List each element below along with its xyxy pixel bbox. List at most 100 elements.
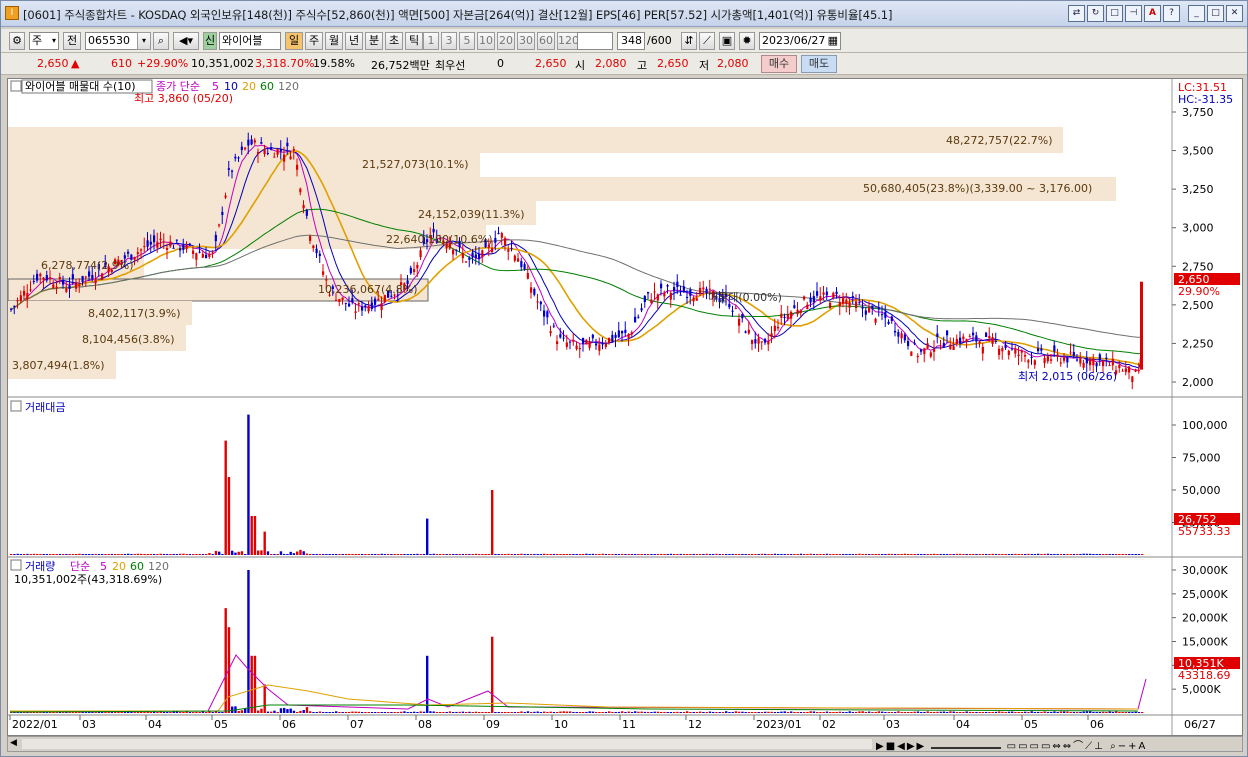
all-button[interactable]: 전 [63, 32, 81, 50]
count-input[interactable]: 348 [617, 32, 645, 50]
amount-bar [309, 554, 312, 555]
volume-bar [991, 712, 994, 713]
chart-scrollbar[interactable]: ◀ ▶■◀▶▶ ▭▭▭▭⇔⇔⌒⟋⊥ ⌕−+A [7, 736, 1243, 752]
zoom-slider[interactable] [931, 747, 1002, 749]
settings-icon[interactable]: ⚙ [9, 32, 25, 50]
amount-bar [757, 554, 760, 555]
price-candle-body [211, 252, 214, 254]
amount-bar [218, 551, 221, 555]
tab-period-2[interactable]: 월 [325, 32, 343, 50]
date-input[interactable]: 2023/06/27 ▦ [759, 32, 841, 50]
tab-minute-120[interactable]: 120 [557, 32, 579, 50]
new-button[interactable]: 신 [203, 32, 217, 50]
font-icon[interactable]: A [1144, 5, 1161, 22]
amount-bar [133, 554, 136, 555]
price-tick-label: 3,750 [1182, 106, 1214, 119]
chart-svg[interactable]: 48,272,757(22.7%) 21,527,073(10.1%) 50,680… [7, 79, 1242, 735]
amount-bar [936, 554, 939, 555]
volume-bar [673, 712, 676, 713]
speaker-icon[interactable]: ◀▾ [173, 32, 199, 50]
line-icon[interactable]: ⟋ [699, 32, 715, 50]
stop-icon[interactable]: ■ [886, 741, 897, 752]
close-button[interactable]: ✕ [1226, 5, 1243, 22]
tab-minute-10[interactable]: 10 [477, 32, 495, 50]
stock-name-field[interactable]: 와이어블 [219, 32, 281, 50]
view-icons[interactable]: ▭▭▭▭⇔⇔⌒⟋⊥ [1007, 741, 1105, 752]
amount-bar [965, 554, 968, 555]
refresh-icon[interactable]: ↻ [1087, 5, 1104, 22]
price-candle-body [58, 276, 61, 280]
amount-bar [1053, 553, 1056, 555]
interval-input[interactable] [577, 32, 613, 50]
amount-bar [985, 554, 988, 555]
zoom-out-icon[interactable]: ⌕ [1110, 741, 1118, 752]
maximize-button[interactable]: □ [1207, 5, 1224, 22]
volume-bar [692, 712, 695, 713]
scroll-track[interactable] [22, 739, 872, 749]
plus-icon[interactable]: + [1128, 741, 1138, 752]
tab-minute-5[interactable]: 5 [459, 32, 475, 50]
price-candle-body [279, 149, 282, 152]
tab-period-0[interactable]: 일 [285, 32, 303, 50]
amount-bar [13, 554, 16, 555]
amount-bar [318, 554, 322, 555]
price-tick-label: 2,500 [1182, 299, 1214, 312]
panel-toggle-icon[interactable] [10, 80, 22, 92]
price-candle-body [1043, 357, 1046, 364]
volume-bar [731, 712, 734, 713]
tab-minute-3[interactable]: 3 [441, 32, 457, 50]
amount-panel-toggle-icon[interactable] [10, 400, 22, 412]
sell-button[interactable]: 매도 [801, 55, 837, 73]
pin-icon[interactable]: ⊣ [1125, 5, 1142, 22]
link-icon[interactable]: ⇄ [1068, 5, 1085, 22]
search-icon[interactable]: ⌕ [153, 32, 169, 50]
buy-button[interactable]: 매수 [761, 55, 797, 73]
play-icon[interactable]: ▶ [876, 741, 886, 752]
price-candle-body [604, 343, 607, 347]
tab-period-4[interactable]: 분 [365, 32, 383, 50]
minimize-button[interactable]: _ [1188, 5, 1205, 22]
tab-minute-60[interactable]: 60 [537, 32, 555, 50]
amount-bar [725, 554, 728, 555]
price-candle-body [708, 288, 711, 290]
price-candle-body [1092, 358, 1095, 366]
volume-bar [533, 711, 536, 713]
tab-period-6[interactable]: 틱 [405, 32, 423, 50]
volume-panel-toggle-icon[interactable] [10, 559, 22, 571]
code-dropdown[interactable]: ▾ [137, 32, 151, 50]
chart-area[interactable]: 48,272,757(22.7%) 21,527,073(10.1%) 50,680… [7, 78, 1243, 736]
volume-bar [396, 712, 400, 713]
tab-minute-20[interactable]: 20 [497, 32, 515, 50]
volume-bar [413, 711, 416, 713]
window-icon[interactable]: □ [1106, 5, 1123, 22]
tab-period-3[interactable]: 년 [345, 32, 363, 50]
price-candle-body [900, 333, 903, 339]
tab-minute-30[interactable]: 30 [517, 32, 535, 50]
amount-bar [988, 554, 991, 555]
next-icon[interactable]: ▶▶ [907, 741, 926, 752]
volume-bar [1043, 711, 1046, 713]
price-candle-body [474, 254, 477, 258]
volume-bar [494, 712, 497, 713]
scroll-left-icon[interactable]: ◀ [10, 738, 17, 748]
tab-minute-1[interactable]: 1 [423, 32, 439, 50]
gear-icon[interactable]: ✹ [739, 32, 755, 50]
amount-bar [1063, 554, 1066, 555]
font-size-icon[interactable]: A [1138, 741, 1147, 752]
help-icon[interactable]: ? [1163, 5, 1180, 22]
amount-bar [328, 554, 331, 555]
price-candle-body [325, 279, 328, 281]
price-candle-body [1134, 369, 1137, 372]
prev-icon[interactable]: ◀ [897, 741, 907, 752]
amount-bar [624, 554, 627, 555]
tool-icon[interactable]: ⇵ [681, 32, 697, 50]
type-select[interactable]: 주 ▾ [29, 32, 59, 50]
amount-bar [439, 554, 442, 555]
tab-period-1[interactable]: 주 [305, 32, 323, 50]
minus-icon[interactable]: − [1118, 741, 1128, 752]
volume-bar [390, 712, 393, 713]
tab-period-5[interactable]: 초 [385, 32, 403, 50]
amount-bar [195, 554, 198, 555]
save-icon[interactable]: ▣ [719, 32, 735, 50]
amount-bar [266, 551, 270, 555]
